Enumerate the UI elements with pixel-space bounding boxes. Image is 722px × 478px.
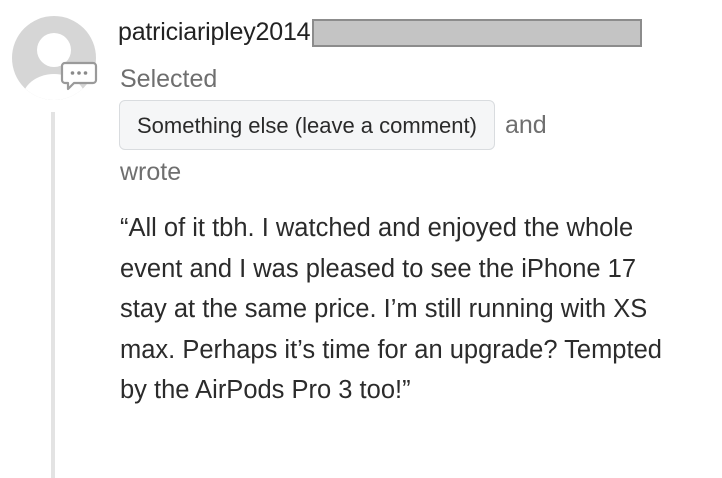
redaction-box	[312, 18, 643, 47]
comment-text: “All of it tbh. I watched and enjoyed th…	[120, 214, 662, 404]
selected-label: Selected	[120, 65, 218, 93]
selected-choice-badge: Something else (leave a comment)	[119, 100, 495, 150]
and-label: and	[504, 110, 547, 139]
comment-bubble-icon	[60, 60, 98, 92]
username-row: patriciaripley2014	[118, 18, 643, 47]
comment-card: patriciaripley2014 Selected Something el…	[0, 0, 722, 478]
wrote-label: wrote	[120, 158, 182, 186]
choice-row: Something else (leave a comment) and	[119, 100, 547, 150]
thread-line	[51, 112, 55, 478]
username[interactable]: patriciaripley2014	[118, 18, 311, 47]
